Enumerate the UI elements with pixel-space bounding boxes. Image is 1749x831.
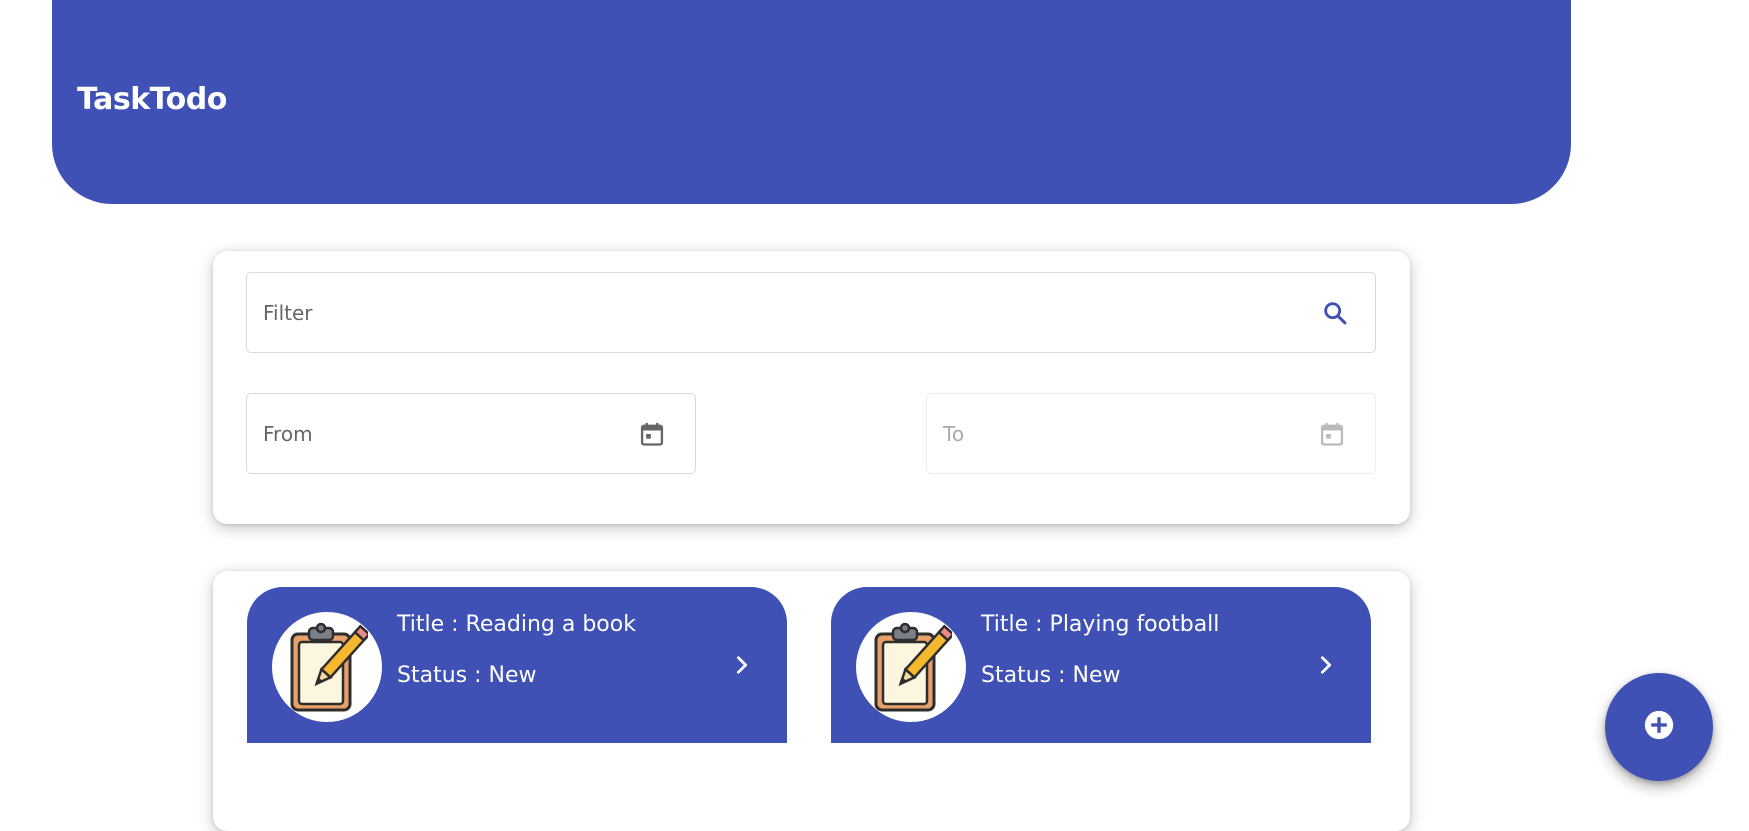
from-date-field[interactable]	[246, 393, 696, 474]
to-date-input[interactable]	[943, 394, 1302, 473]
task-status: Status : New	[397, 663, 537, 688]
add-circle-icon	[1642, 708, 1676, 747]
calendar-icon	[1317, 419, 1347, 449]
from-date-input[interactable]	[263, 394, 622, 473]
app-title: TaskTodo	[77, 82, 227, 117]
task-card[interactable]: Title : Playing football Status : New	[831, 587, 1371, 743]
task-status: Status : New	[981, 663, 1121, 688]
task-list-card: Title : Reading a book Status : New Titl…	[213, 571, 1410, 831]
clipboard-pencil-icon	[272, 612, 382, 722]
task-title: Title : Reading a book	[397, 612, 636, 637]
filter-field[interactable]	[246, 272, 1376, 353]
search-icon[interactable]	[1320, 298, 1350, 328]
chevron-right-icon[interactable]	[1311, 650, 1341, 680]
calendar-icon[interactable]	[637, 419, 667, 449]
app-header: TaskTodo	[52, 0, 1571, 204]
add-task-button[interactable]	[1605, 673, 1713, 781]
clipboard-pencil-icon	[856, 612, 966, 722]
to-date-field[interactable]	[926, 393, 1376, 474]
filter-card	[213, 251, 1410, 524]
task-title: Title : Playing football	[981, 612, 1220, 637]
chevron-right-icon[interactable]	[727, 650, 757, 680]
filter-input[interactable]	[263, 273, 1166, 352]
task-card[interactable]: Title : Reading a book Status : New	[247, 587, 787, 743]
